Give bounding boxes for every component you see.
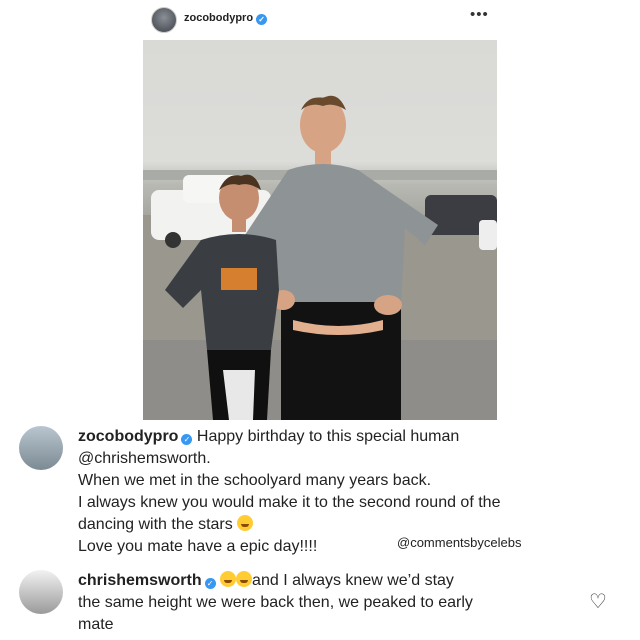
comment-avatar[interactable] <box>19 570 63 614</box>
post-header: zocobodypro ✓ ••• <box>0 0 640 38</box>
comment-username[interactable]: zocobodypro <box>78 428 178 445</box>
post-photo[interactable] <box>143 40 497 420</box>
comment-line: I always knew you would make it to the s… <box>78 494 501 511</box>
comment-line: the same height we were back then, we pe… <box>78 594 473 611</box>
comment-line: When we met in the schoolyard many years… <box>78 472 432 489</box>
comment-line: Happy birthday to this special human <box>196 428 460 445</box>
comment-line: mate <box>78 616 114 633</box>
more-icon[interactable]: ••• <box>470 6 489 23</box>
verified-badge-icon: ✓ <box>204 578 216 589</box>
photo-illustration <box>143 95 497 420</box>
post-avatar[interactable] <box>151 7 177 33</box>
laughing-emoji-icon <box>220 571 237 587</box>
winking-face-emoji-icon <box>237 515 254 531</box>
comment-username[interactable]: chrishemsworth <box>78 572 202 589</box>
comment-avatar[interactable] <box>19 426 63 470</box>
comment-line: and I always knew we’d stay <box>252 572 454 589</box>
post-username-row[interactable]: zocobodypro ✓ <box>184 12 268 25</box>
verified-badge-icon: ✓ <box>181 434 193 445</box>
verified-badge-icon: ✓ <box>256 14 268 25</box>
post-username[interactable]: zocobodypro <box>184 12 253 24</box>
comment-line: dancing with the stars <box>78 516 233 533</box>
comment-text: chrishemsworth ✓ and I always knew we’d s… <box>78 570 598 636</box>
heart-icon[interactable]: ♡ <box>589 589 607 614</box>
laughing-emoji-icon <box>236 571 253 587</box>
watermark: @commentsbycelebs <box>397 535 522 550</box>
mention-link[interactable]: @chrishemsworth. <box>78 450 211 467</box>
comment-line: Love you mate have a epic day!!!! <box>78 538 318 555</box>
